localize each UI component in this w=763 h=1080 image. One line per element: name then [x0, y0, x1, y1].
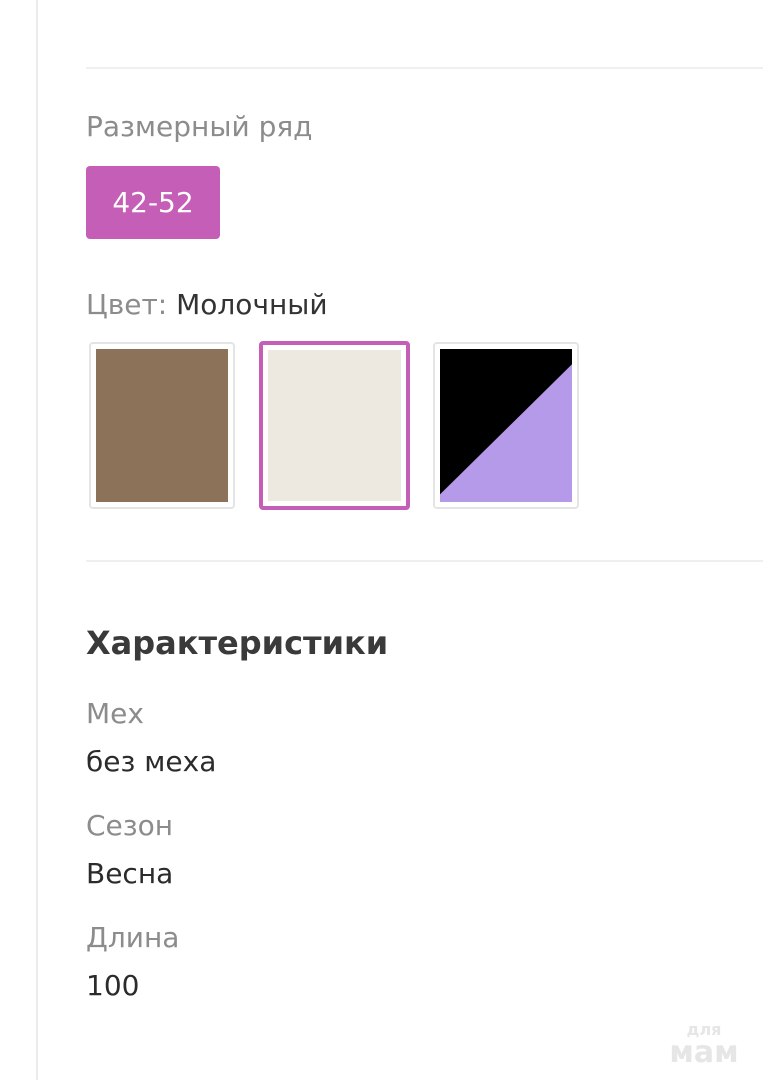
- left-divider: [36, 0, 38, 1080]
- spec-value-length: 100: [86, 969, 140, 1002]
- swatch-fill: [268, 350, 401, 501]
- swatch-fill: [96, 349, 228, 502]
- size-range-label: Размерный ряд: [86, 110, 313, 143]
- color-swatch-milk[interactable]: [259, 341, 410, 510]
- color-swatch-black-lilac[interactable]: [433, 342, 579, 509]
- swatch-fill: [440, 349, 572, 502]
- spec-name-length: Длина: [86, 921, 180, 954]
- size-option-chip[interactable]: 42-52: [86, 166, 220, 239]
- spec-name-season: Сезон: [86, 809, 174, 842]
- color-selection-row: Цвет: Молочный: [86, 288, 328, 322]
- watermark-bottom: мам: [669, 1035, 739, 1070]
- spec-name-fur: Мех: [86, 697, 144, 730]
- spec-value-season: Весна: [86, 857, 174, 890]
- diagonal-split-icon: [440, 349, 572, 495]
- watermark-logo: для мам: [659, 1022, 749, 1068]
- section-divider: [86, 560, 763, 562]
- color-label: Цвет:: [86, 288, 168, 321]
- characteristics-title: Характеристики: [86, 624, 389, 662]
- color-swatch-brown[interactable]: [89, 342, 235, 509]
- top-divider: [86, 67, 763, 69]
- color-selected-name: Молочный: [176, 288, 328, 321]
- spec-value-fur: без меха: [86, 745, 217, 778]
